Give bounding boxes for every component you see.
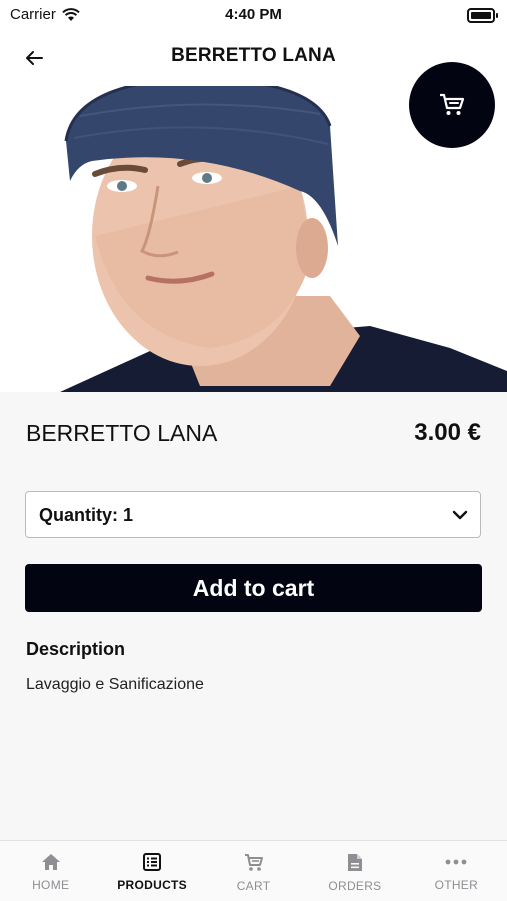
orders-document-icon bbox=[347, 854, 362, 871]
battery-icon bbox=[467, 8, 498, 23]
tab-label: ORDERS bbox=[328, 879, 382, 893]
quantity-label: Quantity: 1 bbox=[39, 505, 134, 525]
status-bar: Carrier 4:40 PM bbox=[0, 0, 507, 30]
tab-label: HOME bbox=[32, 878, 70, 892]
tab-products[interactable]: PRODUCTS bbox=[101, 841, 202, 901]
chevron-down-icon bbox=[452, 510, 468, 520]
product-name: BERRETTO LANA bbox=[26, 420, 218, 446]
tab-label: CART bbox=[236, 879, 271, 893]
cart-icon bbox=[440, 93, 465, 115]
quantity-select[interactable]: Quantity: 1 bbox=[25, 491, 481, 538]
tab-label: OTHER bbox=[434, 878, 479, 892]
bottom-tab-bar: HOME PRODUCTS CART ORDERS OTHER bbox=[0, 840, 507, 901]
more-dots-icon bbox=[445, 859, 467, 865]
description-text: Lavaggio e Sanificazione bbox=[26, 676, 204, 693]
tab-other[interactable]: OTHER bbox=[406, 841, 507, 901]
tab-home[interactable]: HOME bbox=[0, 841, 101, 901]
tab-cart[interactable]: CART bbox=[203, 841, 304, 901]
cart-icon bbox=[244, 854, 263, 871]
tab-label: PRODUCTS bbox=[117, 878, 187, 892]
products-list-icon bbox=[143, 853, 162, 871]
product-price: 3.00 € bbox=[414, 419, 481, 446]
description-heading: Description bbox=[26, 639, 126, 659]
tab-orders[interactable]: ORDERS bbox=[304, 841, 405, 901]
add-to-cart-button[interactable]: Add to cart bbox=[25, 564, 482, 612]
home-icon bbox=[41, 854, 60, 870]
status-time: 4:40 PM bbox=[225, 6, 282, 23]
cart-fab-button[interactable] bbox=[409, 62, 495, 148]
page-title: BERRETTO LANA bbox=[171, 45, 336, 66]
